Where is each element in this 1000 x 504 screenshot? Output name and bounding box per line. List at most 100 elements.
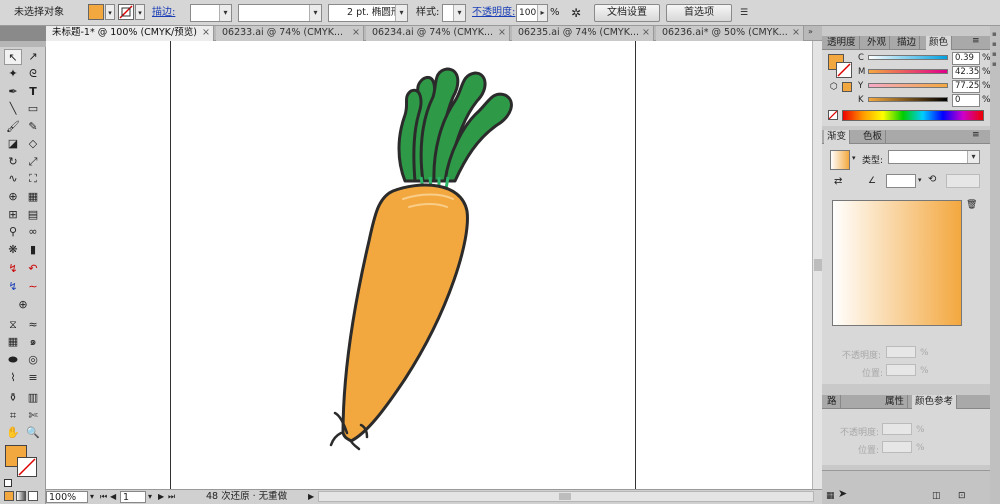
gamut-swatch[interactable] xyxy=(842,82,852,92)
artboard-number-input[interactable]: 1 xyxy=(120,491,146,503)
eyedropper-fill-tool-icon[interactable]: ⚱ xyxy=(4,390,22,406)
eyedropper-tool-icon[interactable]: ⚲ xyxy=(4,224,22,240)
text-align-tool-icon[interactable]: ≡ xyxy=(24,370,42,386)
warp-tool-icon[interactable]: ∿ xyxy=(4,171,22,187)
gradient-tool-icon[interactable]: ▤ xyxy=(24,207,42,223)
tab-pathfinder[interactable]: 路 xyxy=(824,395,841,409)
color-mode-icon[interactable] xyxy=(4,491,14,501)
pasteboard[interactable] xyxy=(46,41,812,489)
free-transform-tool-icon[interactable]: ⛶ xyxy=(24,171,42,187)
dock-icon[interactable]: ▪ xyxy=(992,40,1000,50)
symbol-sprayer-tool-icon[interactable]: ❋ xyxy=(4,242,22,258)
stop-position-input[interactable] xyxy=(886,364,916,376)
shape-builder-tool-icon[interactable]: ⊕ xyxy=(4,189,22,205)
column-graph-tool-icon[interactable]: ▮ xyxy=(24,242,42,258)
yellow-input[interactable]: 77.25 xyxy=(952,80,980,93)
delete-stop-icon[interactable]: 🗑 xyxy=(966,200,977,210)
tab-attributes[interactable]: 属性 xyxy=(882,395,909,409)
tab-transparency[interactable]: 透明度 xyxy=(824,36,860,50)
document-setup-button[interactable]: 文档设置 xyxy=(594,4,660,22)
new-swatch-icon[interactable]: ⊡ xyxy=(958,491,966,501)
stroke-label-link[interactable]: 描边: xyxy=(152,4,175,22)
magic-wand-tool-icon[interactable]: ✦ xyxy=(4,66,22,82)
panel-menu-icon[interactable]: ≡ xyxy=(972,36,980,46)
scale-tool-icon[interactable]: ⤢ xyxy=(24,154,42,170)
default-colors-icon[interactable] xyxy=(4,479,12,487)
rotate-tool-icon[interactable]: ↻ xyxy=(4,154,22,170)
slice-tool-icon[interactable]: ✄ xyxy=(24,408,42,424)
scrollbar-thumb[interactable] xyxy=(814,259,822,271)
chevron-down-icon[interactable]: ▾ xyxy=(918,176,922,184)
reverse-gradient-icon[interactable]: ⇄ xyxy=(834,176,842,187)
mesh-tool-icon[interactable]: ⊞ xyxy=(4,207,22,223)
previous-artboard-icon[interactable]: ◀ xyxy=(110,491,116,503)
direct-selection-tool-icon[interactable]: ↗ xyxy=(24,49,42,65)
tab-color-guide[interactable]: 颜色参考 xyxy=(912,395,958,409)
toolbar-grip[interactable] xyxy=(0,41,46,47)
close-icon[interactable]: × xyxy=(202,26,210,40)
panel-menu-icon[interactable]: ≡ xyxy=(972,130,980,140)
tab-untitled-1[interactable]: 未标题-1* @ 100% (CMYK/预览) × xyxy=(46,26,214,41)
recolor-artwork-icon[interactable]: ✲ xyxy=(566,4,586,22)
line-tool-icon[interactable]: ╲ xyxy=(4,101,22,117)
tab-swatches[interactable]: 色板 xyxy=(860,130,887,144)
spiral-tool-icon[interactable]: ๑ xyxy=(24,334,42,350)
guide-position-input[interactable] xyxy=(882,441,912,453)
tab-06233[interactable]: 06233.ai @ 74% (CMYK... × xyxy=(216,26,364,41)
carrot-illustration[interactable] xyxy=(171,41,637,489)
variable-width-dropdown[interactable]: ▾ xyxy=(238,4,322,22)
red-arc-tool-icon[interactable]: ↶ xyxy=(24,261,42,277)
tab-06236[interactable]: 06236.ai* @ 50% (CMYK... × xyxy=(656,26,804,41)
stroke-swatch[interactable] xyxy=(118,4,134,20)
red-wave-tool-icon[interactable]: ∼ xyxy=(24,279,42,295)
style-dropdown[interactable]: ▾ xyxy=(442,4,466,22)
stop-opacity-input[interactable] xyxy=(886,346,916,358)
gradient-preview[interactable] xyxy=(832,200,962,326)
chevron-down-icon[interactable]: ▾ xyxy=(90,491,94,503)
grid-tool-icon[interactable]: ▦ xyxy=(4,334,22,350)
blue-path-tool-icon[interactable]: ↯ xyxy=(4,279,22,295)
chevron-down-icon[interactable]: ▾ xyxy=(852,154,856,162)
eraser-tool-icon[interactable]: ◇ xyxy=(24,136,42,152)
last-artboard-icon[interactable]: ⏭ xyxy=(168,491,175,503)
lasso-tool-icon[interactable]: ᘓ xyxy=(24,66,42,82)
close-icon[interactable]: × xyxy=(352,26,360,40)
rectangle-tool-icon[interactable]: ▭ xyxy=(24,101,42,117)
brush-definition-dropdown[interactable]: 2 pt. 椭圆形 ▾ xyxy=(328,4,408,22)
red-path-tool-icon[interactable]: ↯ xyxy=(4,261,22,277)
envelope-tool-icon[interactable]: ⧖ xyxy=(4,317,22,333)
out-of-gamut-icon[interactable]: ⬡ xyxy=(830,82,838,92)
first-artboard-icon[interactable]: ⏮ xyxy=(100,491,107,503)
gradient-thumbnail[interactable] xyxy=(830,150,850,170)
close-icon[interactable]: × xyxy=(792,26,800,40)
dock-icon[interactable]: ▪ xyxy=(992,60,1000,70)
next-artboard-icon[interactable]: ▶ xyxy=(158,491,164,503)
none-color-icon[interactable] xyxy=(828,110,838,120)
fill-dropdown-arrow[interactable]: ▾ xyxy=(105,4,115,20)
magenta-slider[interactable] xyxy=(868,69,948,74)
vertical-scrollbar[interactable] xyxy=(812,41,822,489)
tab-stroke[interactable]: 描边 xyxy=(894,36,921,50)
chevron-down-icon[interactable]: ▾ xyxy=(148,491,152,503)
cyan-input[interactable]: 0.39 xyxy=(952,52,980,65)
none-mode-icon[interactable] xyxy=(28,491,38,501)
zoom-tool-icon[interactable]: 🔍 xyxy=(24,425,42,441)
color-spectrum-bar[interactable] xyxy=(842,110,984,121)
type-tool-icon[interactable]: T xyxy=(24,84,42,100)
tab-color[interactable]: 颜色 xyxy=(926,36,953,50)
artboard-tool-icon[interactable]: ⌗ xyxy=(4,408,22,424)
horizontal-scrollbar[interactable] xyxy=(318,491,814,502)
more-options-icon[interactable]: ☰ xyxy=(740,6,752,20)
stroke-dropdown-arrow[interactable]: ▾ xyxy=(135,4,145,20)
close-icon[interactable]: × xyxy=(642,26,650,40)
gradient-mode-icon[interactable] xyxy=(16,491,26,501)
paintbrush-tool-icon[interactable]: 🖌 xyxy=(4,119,22,135)
pen-tool-icon[interactable]: ✒ xyxy=(4,84,22,100)
black-input[interactable]: 0 xyxy=(952,94,980,107)
zoom-dropdown[interactable]: 100% xyxy=(46,491,88,503)
fill-swatch[interactable] xyxy=(88,4,104,20)
new-item-icon[interactable]: ◫ xyxy=(932,491,941,501)
toolbar-stroke-swatch[interactable] xyxy=(17,457,37,477)
dock-icon[interactable]: ▪ xyxy=(992,50,1000,60)
scrollbar-thumb[interactable] xyxy=(559,493,571,500)
